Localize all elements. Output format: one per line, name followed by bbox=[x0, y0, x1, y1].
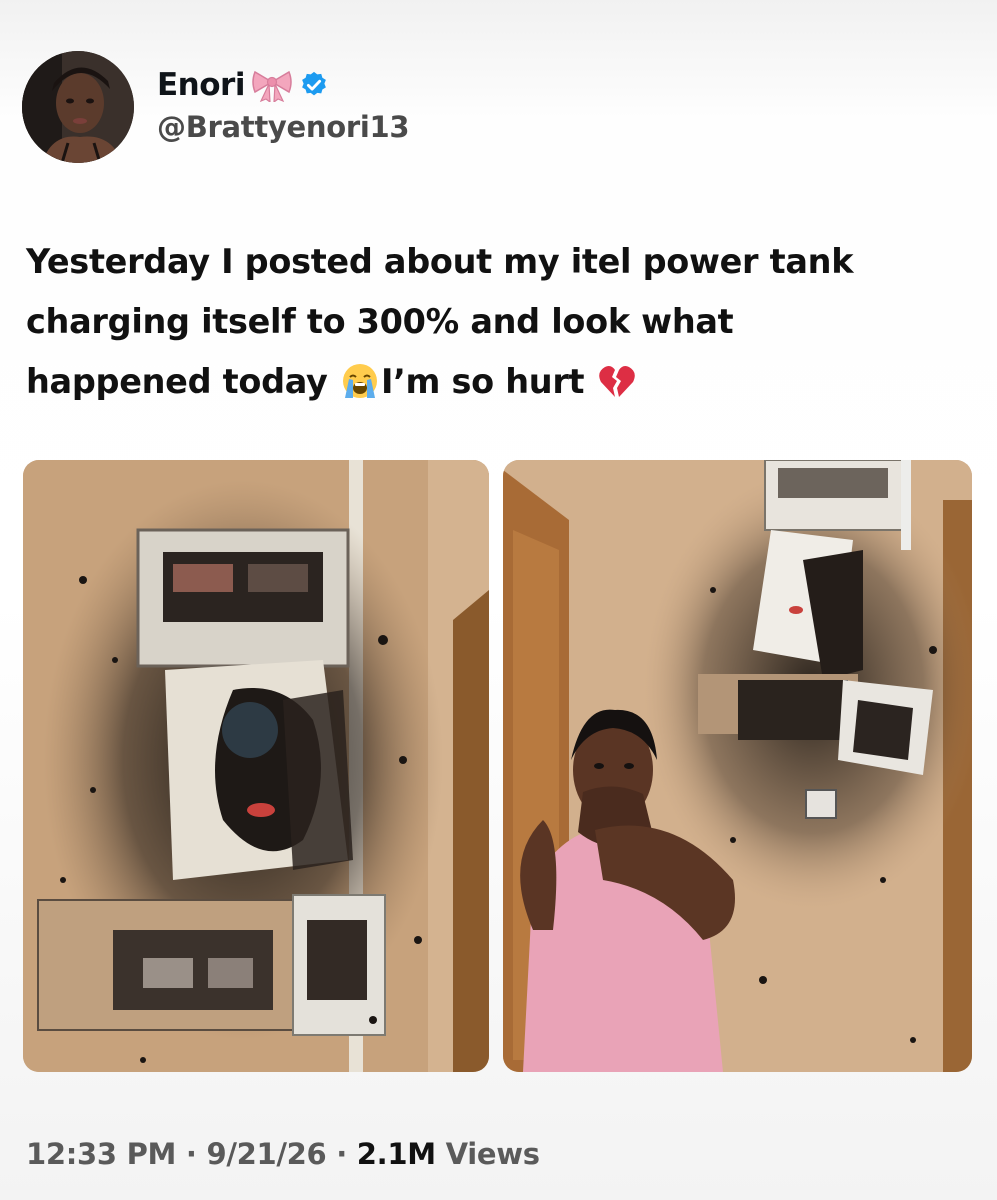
post-text: Yesterday I posted about my itel power t… bbox=[26, 232, 966, 419]
avatar[interactable] bbox=[22, 51, 134, 163]
user-name-row[interactable]: Enori bbox=[157, 64, 329, 106]
verified-badge-icon[interactable] bbox=[299, 70, 329, 100]
bow-icon bbox=[251, 68, 293, 102]
post-time[interactable]: 12:33 PM bbox=[26, 1137, 176, 1171]
post-text-line: happened today I’m so hurt bbox=[26, 352, 966, 419]
media-photo-left[interactable] bbox=[23, 460, 489, 1072]
post-text-line: Yesterday I posted about my itel power t… bbox=[26, 242, 854, 281]
media-photo-right[interactable] bbox=[503, 460, 972, 1072]
display-name[interactable]: Enori bbox=[157, 67, 245, 103]
burnt-power-tank-image bbox=[23, 460, 489, 1072]
user-handle[interactable]: @Brattyenori13 bbox=[157, 110, 410, 144]
post-text-line: charging itself to 300% and look what bbox=[26, 302, 734, 341]
post-metadata: 12:33 PM · 9/21/26 · 2.1M Views bbox=[26, 1137, 540, 1171]
itel-logo-icon bbox=[247, 803, 275, 817]
views-count[interactable]: 2.1M bbox=[357, 1137, 436, 1171]
separator: · bbox=[326, 1137, 357, 1171]
post-text-segment: happened today bbox=[26, 362, 328, 401]
post-date[interactable]: 9/21/26 bbox=[206, 1137, 326, 1171]
views-label[interactable]: Views bbox=[436, 1137, 540, 1171]
post-text-segment: I’m so hurt bbox=[380, 362, 585, 401]
itel-logo-icon bbox=[789, 606, 803, 614]
woman-shocked-image bbox=[503, 460, 972, 1072]
broken-heart-icon bbox=[598, 359, 636, 419]
loudly-crying-face-icon bbox=[341, 359, 379, 419]
separator: · bbox=[176, 1137, 207, 1171]
avatar-image bbox=[22, 51, 134, 163]
